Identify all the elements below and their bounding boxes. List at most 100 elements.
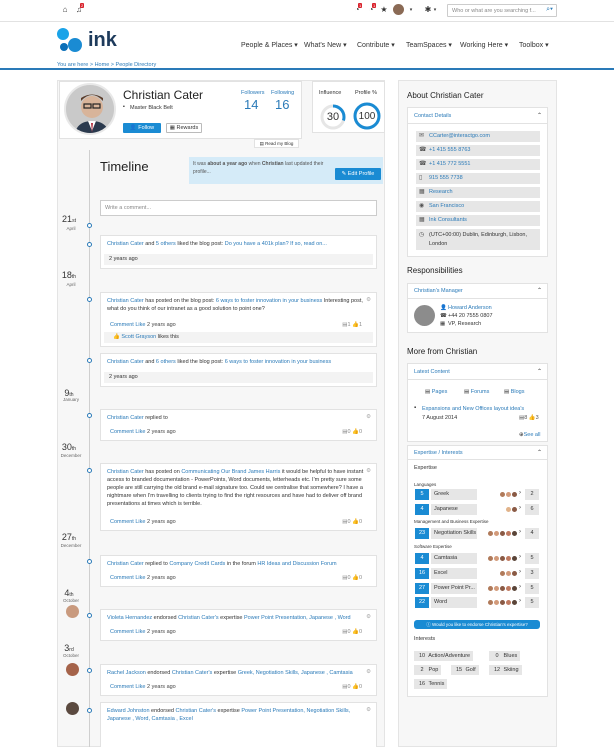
breadcrumb-home[interactable]: Home: [95, 62, 110, 68]
comment-link[interactable]: Comment: [110, 684, 134, 690]
user-link[interactable]: Scott Grayson: [121, 334, 156, 340]
like-link[interactable]: Like: [135, 322, 145, 328]
avatar[interactable]: [511, 506, 518, 513]
latest-item-title[interactable]: Expansions and New Offices layout idea's: [422, 406, 524, 412]
chevron-right-icon[interactable]: ›: [519, 598, 521, 604]
chevron-right-icon[interactable]: ›: [519, 584, 521, 590]
user-link[interactable]: Christian Cater: [107, 469, 144, 475]
contact-mobile[interactable]: ▯ 915 555 7738: [416, 173, 540, 184]
followers-count[interactable]: 14: [244, 97, 258, 112]
edit-profile-button[interactable]: ✎ Edit Profile: [335, 168, 381, 180]
manager-name[interactable]: Howard Anderson: [448, 305, 492, 311]
breadcrumb-current[interactable]: People Directory: [116, 62, 157, 68]
chevron-right-icon[interactable]: ›: [519, 490, 521, 496]
post-link[interactable]: 6 ways to foster innovation in your busi…: [216, 298, 322, 304]
settings-icon[interactable]: ⚙: [366, 296, 371, 304]
skill-word[interactable]: Word: [431, 597, 477, 608]
user-link[interactable]: Edward Johnston: [107, 708, 150, 714]
brand-name[interactable]: ink: [88, 29, 117, 52]
avatar[interactable]: [66, 702, 79, 715]
comment-link[interactable]: Comment: [110, 575, 134, 581]
home-icon[interactable]: ⌂: [60, 5, 70, 15]
comment-link[interactable]: Comment: [110, 629, 134, 635]
interest-tennis[interactable]: 16 Tennis: [414, 679, 448, 689]
endorse-button[interactable]: ⓘ Would you like to endorse Christian's …: [414, 620, 540, 629]
interest-blues[interactable]: 0 Blues: [489, 651, 521, 661]
like-link[interactable]: Like: [135, 629, 145, 635]
like-link[interactable]: Like: [135, 684, 145, 690]
ink-logo-icon[interactable]: [57, 28, 85, 54]
like-link[interactable]: Like: [135, 429, 145, 435]
rewards-button[interactable]: ▦ Rewards: [166, 123, 202, 133]
thread-link[interactable]: Company Credit Cards: [169, 561, 225, 567]
user-link[interactable]: Christian Cater's: [176, 708, 216, 714]
others-link[interactable]: 6 others: [156, 359, 176, 365]
contact-company[interactable]: ▦ Ink Consultants: [416, 215, 540, 226]
user-link[interactable]: Christian Cater: [107, 415, 144, 421]
follow-button[interactable]: 👤 Follow: [123, 123, 161, 133]
tab-forums[interactable]: ▤ Forums: [464, 389, 489, 395]
skill-powerpoint[interactable]: Power Point Pr...: [431, 583, 477, 594]
manager-avatar[interactable]: [414, 305, 435, 326]
chevron-up-icon[interactable]: ⌃: [537, 368, 607, 375]
comment-link[interactable]: Comment: [110, 322, 134, 328]
skill-camtasia[interactable]: Camtasia: [431, 553, 477, 564]
like-link[interactable]: Like: [135, 575, 145, 581]
nav-working-here[interactable]: Working Here ▾: [460, 41, 508, 49]
avatar[interactable]: [66, 663, 79, 676]
user-avatar[interactable]: [393, 4, 404, 15]
interest-skiing[interactable]: 12 Skiing: [489, 665, 522, 675]
comment-input[interactable]: Write a comment...: [100, 200, 377, 216]
skill-greek[interactable]: Greek: [431, 489, 477, 500]
post-link[interactable]: Communicating Our Brand James Harris: [181, 469, 280, 475]
nav-contribute[interactable]: Contribute ▾: [357, 41, 395, 49]
nav-whats-new[interactable]: What's New ▾: [304, 41, 347, 49]
post-link[interactable]: Do you have a 401k plan? If so, read on.…: [225, 241, 327, 247]
contact-location[interactable]: ◉ San Francisco: [416, 201, 540, 212]
following-count[interactable]: 16: [275, 97, 289, 112]
user-link[interactable]: Christian Cater's: [178, 615, 218, 621]
settings-icon[interactable]: ⚙: [366, 706, 371, 714]
comment-link[interactable]: Comment: [110, 519, 134, 525]
expertise-link[interactable]: Greek, Negotiation Skills, Japanese , Ca…: [238, 670, 353, 676]
skill-negotiation[interactable]: Negotiation Skills: [431, 528, 477, 539]
chevron-right-icon[interactable]: ›: [519, 569, 521, 575]
contact-email[interactable]: ✉ CCarter@interactgo.com: [416, 131, 540, 142]
search-box[interactable]: Who or what are you searching f... ⌕▾: [447, 4, 557, 17]
avatar[interactable]: [511, 585, 518, 592]
chevron-right-icon[interactable]: ›: [519, 554, 521, 560]
read-blog-link[interactable]: ▤ Read my Blog: [254, 139, 299, 148]
settings-icon[interactable]: ⚙: [366, 413, 371, 421]
chevron-right-icon[interactable]: ›: [519, 505, 521, 511]
expertise-link[interactable]: Power Point Presentation, Japanese , Wor…: [244, 615, 351, 621]
user-link[interactable]: Christian Cater: [107, 241, 144, 247]
search-icon[interactable]: ⌕▾: [546, 6, 553, 14]
forum-link[interactable]: HR Ideas and Discussion Forum: [257, 561, 336, 567]
avatar[interactable]: [511, 555, 518, 562]
avatar[interactable]: [511, 570, 518, 577]
nav-people-places[interactable]: People & Places ▾: [241, 41, 298, 49]
tab-pages[interactable]: ▤ Pages: [425, 389, 447, 395]
nav-toolbox[interactable]: Toolbox ▾: [519, 41, 549, 49]
contact-phone[interactable]: ☎ +1 415 555 8763: [416, 145, 540, 156]
user-link[interactable]: Christian Cater's: [172, 670, 212, 676]
avatar[interactable]: [66, 605, 79, 618]
avatar[interactable]: [511, 530, 518, 537]
interest-golf[interactable]: 15 Golf: [451, 665, 479, 675]
chevron-up-icon[interactable]: ⌃: [537, 112, 607, 119]
interest-pop[interactable]: 2 Pop: [414, 665, 442, 675]
comment-link[interactable]: Comment: [110, 429, 134, 435]
see-all-link[interactable]: ⊕See all: [519, 432, 540, 438]
user-link[interactable]: Violeta Hernandez: [107, 615, 152, 621]
user-link[interactable]: Christian Cater: [107, 561, 144, 567]
chevron-up-icon[interactable]: ⌃: [537, 449, 607, 456]
chevron-down-icon[interactable]: ▾: [430, 5, 440, 15]
others-link[interactable]: 5 others: [156, 241, 176, 247]
avatar[interactable]: [511, 599, 518, 606]
contact-phone-2[interactable]: ☎ +1 415 772 5551: [416, 159, 540, 170]
nav-teamspaces[interactable]: TeamSpaces ▾: [406, 41, 452, 49]
like-link[interactable]: Like: [135, 519, 145, 525]
chevron-right-icon[interactable]: ›: [519, 529, 521, 535]
settings-icon[interactable]: ⚙: [366, 668, 371, 676]
star-icon[interactable]: ★: [379, 5, 389, 15]
